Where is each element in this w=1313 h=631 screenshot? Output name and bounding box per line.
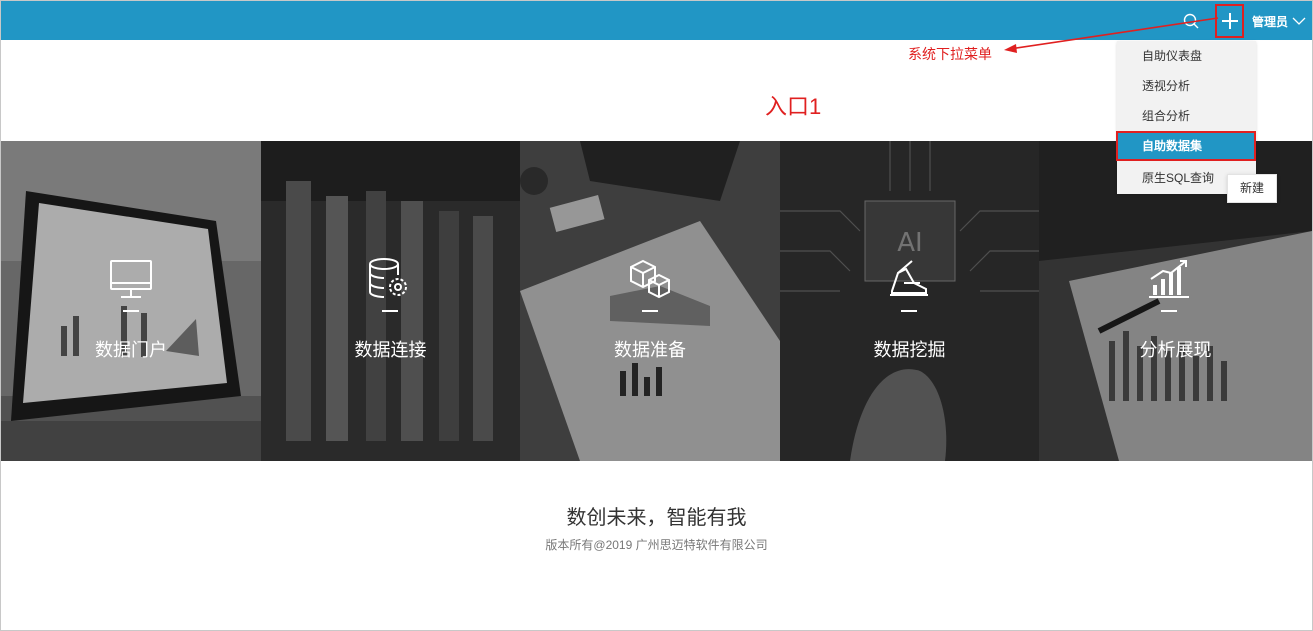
tile-divider <box>642 310 658 312</box>
menu-item-self-service-dashboard[interactable]: 自助仪表盘 <box>1117 41 1256 71</box>
tile-data-connection[interactable]: 数据连接 <box>261 141 520 461</box>
user-name: 管理员 <box>1252 14 1289 29</box>
tile-label: 数据门户 <box>95 340 167 360</box>
copyright: 版本所有@2019 广州思迈特软件有限公司 <box>545 538 768 552</box>
slogan: 数创未来，智能有我 <box>566 507 747 529</box>
menu-item-pivot-analysis[interactable]: 透视分析 <box>1117 71 1256 101</box>
annotation-label: 系统下拉菜单 <box>908 46 992 62</box>
new-tooltip: 新建 <box>1227 174 1277 203</box>
database-gear-icon <box>369 258 407 298</box>
tile-divider <box>901 310 917 312</box>
cubes-icon <box>630 259 670 299</box>
tile-label: 数据准备 <box>614 340 686 360</box>
entry-title: 入口1 <box>765 94 822 119</box>
mining-icon <box>890 260 928 296</box>
bar-chart-icon <box>1149 260 1189 298</box>
tile-label: 数据挖掘 <box>873 340 946 360</box>
tile-data-preparation[interactable]: 数据准备 <box>520 141 780 461</box>
menu-item-combined-analysis[interactable]: 组合分析 <box>1117 101 1256 131</box>
plus-icon <box>1221 13 1238 29</box>
tile-divider <box>1161 310 1177 312</box>
user-menu[interactable]: 管理员 <box>1252 12 1306 30</box>
chevron-down-icon <box>1292 17 1306 25</box>
tile-divider <box>382 310 398 312</box>
monitor-icon <box>110 260 152 298</box>
tile-data-portal[interactable]: 数据门户 <box>1 141 261 461</box>
tile-divider <box>123 310 139 312</box>
menu-item-self-service-dataset[interactable]: 自助数据集 <box>1116 131 1256 161</box>
tile-data-mining[interactable]: AI 数据挖掘 <box>780 141 1039 461</box>
tile-label: 数据连接 <box>354 340 427 360</box>
feature-tiles: 数据门户 数据连接 数据准备 AI 数据挖掘 分析展现 <box>1 141 1312 461</box>
new-dropdown-menu: 自助仪表盘 透视分析 组合分析 自助数据集 原生SQL查询 <box>1116 41 1256 194</box>
tile-label: 分析展现 <box>1139 340 1212 360</box>
